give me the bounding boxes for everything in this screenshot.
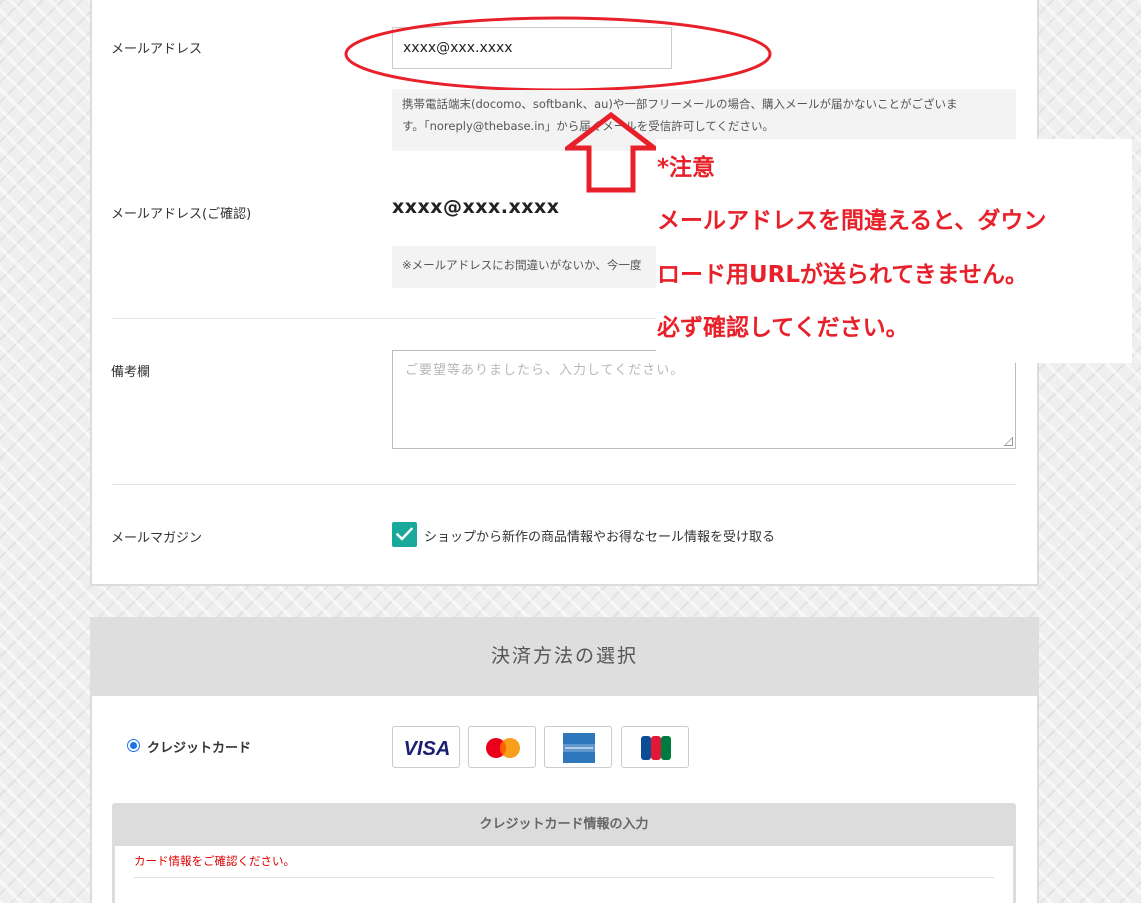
email-label: メールアドレス [111, 42, 203, 57]
highlight-ellipse [344, 16, 772, 90]
credit-card-label[interactable]: クレジットカード [147, 737, 251, 756]
email-note-line2: す。「noreply@thebase.in」から届くメールを受信許可してください… [402, 119, 775, 133]
svg-text:VISA: VISA [404, 738, 451, 760]
credit-card-radio[interactable] [127, 739, 140, 752]
checkmark-icon [396, 527, 413, 541]
email-note-line1: 携帯電話端末(docomo、softbank、au)や一部フリーメールの場合、購… [402, 97, 958, 111]
divider [134, 877, 994, 878]
up-arrow-icon [565, 112, 659, 193]
remarks-placeholder: ご要望等ありましたら、入力してください。 [405, 363, 685, 378]
warning-line1: メールアドレスを間違えると、ダウン [657, 208, 1047, 234]
payment-section-title: 決済方法の選択 [90, 617, 1039, 696]
email-confirm-note-text: ※メールアドレスにお間違いがないか、今一度 [402, 258, 642, 272]
remarks-label: 備考欄 [111, 365, 151, 380]
newsletter-label: メールマガジン [111, 531, 203, 546]
mastercard-logo [468, 726, 536, 768]
email-confirm-value: xxxx@xxx.xxxx [392, 196, 560, 218]
resize-grip-icon[interactable] [1004, 437, 1013, 446]
card-error-message: カード情報をご確認ください。 [134, 854, 295, 868]
visa-logo: VISA [392, 726, 460, 768]
warning-line2: ロード用URLが送られてきません。 [657, 262, 1028, 288]
remarks-textarea[interactable]: ご要望等ありましたら、入力してください。 [392, 350, 1016, 449]
jcb-logo [621, 726, 689, 768]
newsletter-checkbox-label[interactable]: ショップから新作の商品情報やお得なセール情報を受け取る [424, 526, 775, 545]
amex-logo [544, 726, 612, 768]
warning-line3: 必ず確認してください。 [657, 315, 909, 341]
card-info-title: クレジットカード情報の入力 [479, 817, 649, 832]
newsletter-checkbox[interactable] [392, 522, 417, 547]
divider [112, 484, 1016, 485]
warning-title: *注意 [657, 155, 716, 181]
email-confirm-label: メールアドレス(ご確認) [111, 207, 252, 222]
